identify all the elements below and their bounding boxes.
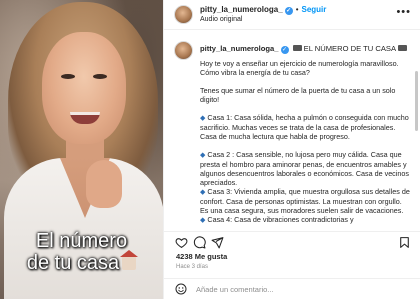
caption-item: ◆ Casa 2 : Casa sensible, no lujosa pero … <box>200 150 409 187</box>
more-horizontal-icon[interactable]: ••• <box>396 6 411 18</box>
caption-item: ◆ Casa 3: Vivienda amplia, que muestra or… <box>200 187 410 215</box>
emoji-icon[interactable] <box>175 283 187 295</box>
caption-area: pitty_la_numerologa_ ✓ EL NÚMERO DE TU CA… <box>164 31 420 231</box>
caption-item: ◆ Casa 1: Casa sólida, hecha a pulmón o c… <box>200 113 409 141</box>
caption-paragraph: Tenes que sumar el número de la puerta d… <box>200 86 396 104</box>
caption-username-link[interactable]: pitty_la_numerologa_ <box>200 44 279 53</box>
video-player[interactable]: El número de tu casa <box>0 0 163 299</box>
video-caption-line1: El número <box>35 230 128 252</box>
caption-scrollbar[interactable] <box>415 71 418 131</box>
comment-input[interactable] <box>196 283 376 296</box>
verified-badge-icon: ✓ <box>284 7 293 15</box>
left-eye <box>61 74 75 79</box>
post-panel: pitty_la_numerologa_ ✓ • Seguir Audio origi… <box>163 0 420 299</box>
right-eye <box>93 74 107 79</box>
blue-diamond-icon: ◆ <box>200 115 206 122</box>
avatar[interactable] <box>174 5 193 24</box>
caption-body: Hoy te voy a enseñar un ejercicio de num… <box>200 59 412 225</box>
caption-title-row: pitty_la_numerologa_ ✓ EL NÚMERO DE TU CA… <box>200 44 409 54</box>
share-icon[interactable] <box>211 236 224 249</box>
caption-title: EL NÚMERO DE TU CASA <box>303 44 397 53</box>
house-emoji-icon <box>120 250 139 270</box>
blue-diamond-icon: ◆ <box>200 189 206 196</box>
post-header: pitty_la_numerologa_ ✓ • Seguir Audio origi… <box>164 0 420 30</box>
person-face <box>42 32 126 144</box>
blue-diamond-icon: ◆ <box>200 152 206 159</box>
likes-count[interactable]: 4238 Me gusta <box>176 252 227 261</box>
caption-avatar[interactable] <box>174 41 193 60</box>
audio-link[interactable]: Audio original <box>200 16 242 23</box>
camera-emoji-icon <box>292 45 302 51</box>
heart-icon[interactable] <box>175 236 188 249</box>
action-bar <box>164 231 420 251</box>
separator-dot: • <box>295 5 299 14</box>
comment-icon[interactable] <box>193 236 206 249</box>
bookmark-icon[interactable] <box>398 236 411 249</box>
follow-button[interactable]: Seguir <box>302 5 327 14</box>
blue-diamond-icon: ◆ <box>200 217 206 224</box>
person-hand <box>86 160 122 208</box>
camera-emoji-icon <box>398 45 408 51</box>
header-user-row: pitty_la_numerologa_ ✓ • Seguir <box>200 5 326 15</box>
post-timestamp[interactable]: Hace 3 días <box>176 264 208 270</box>
caption-item: ◆ Casa 4: Casa de vibraciones contradicto… <box>200 215 354 224</box>
username-link[interactable]: pitty_la_numerologa_ <box>200 5 283 14</box>
comment-row <box>164 278 420 299</box>
caption-verified-badge-icon: ✓ <box>280 46 289 54</box>
video-caption-line2: de tu casa <box>0 250 163 274</box>
caption-paragraph: Hoy te voy a enseñar un ejercicio de num… <box>200 59 399 77</box>
